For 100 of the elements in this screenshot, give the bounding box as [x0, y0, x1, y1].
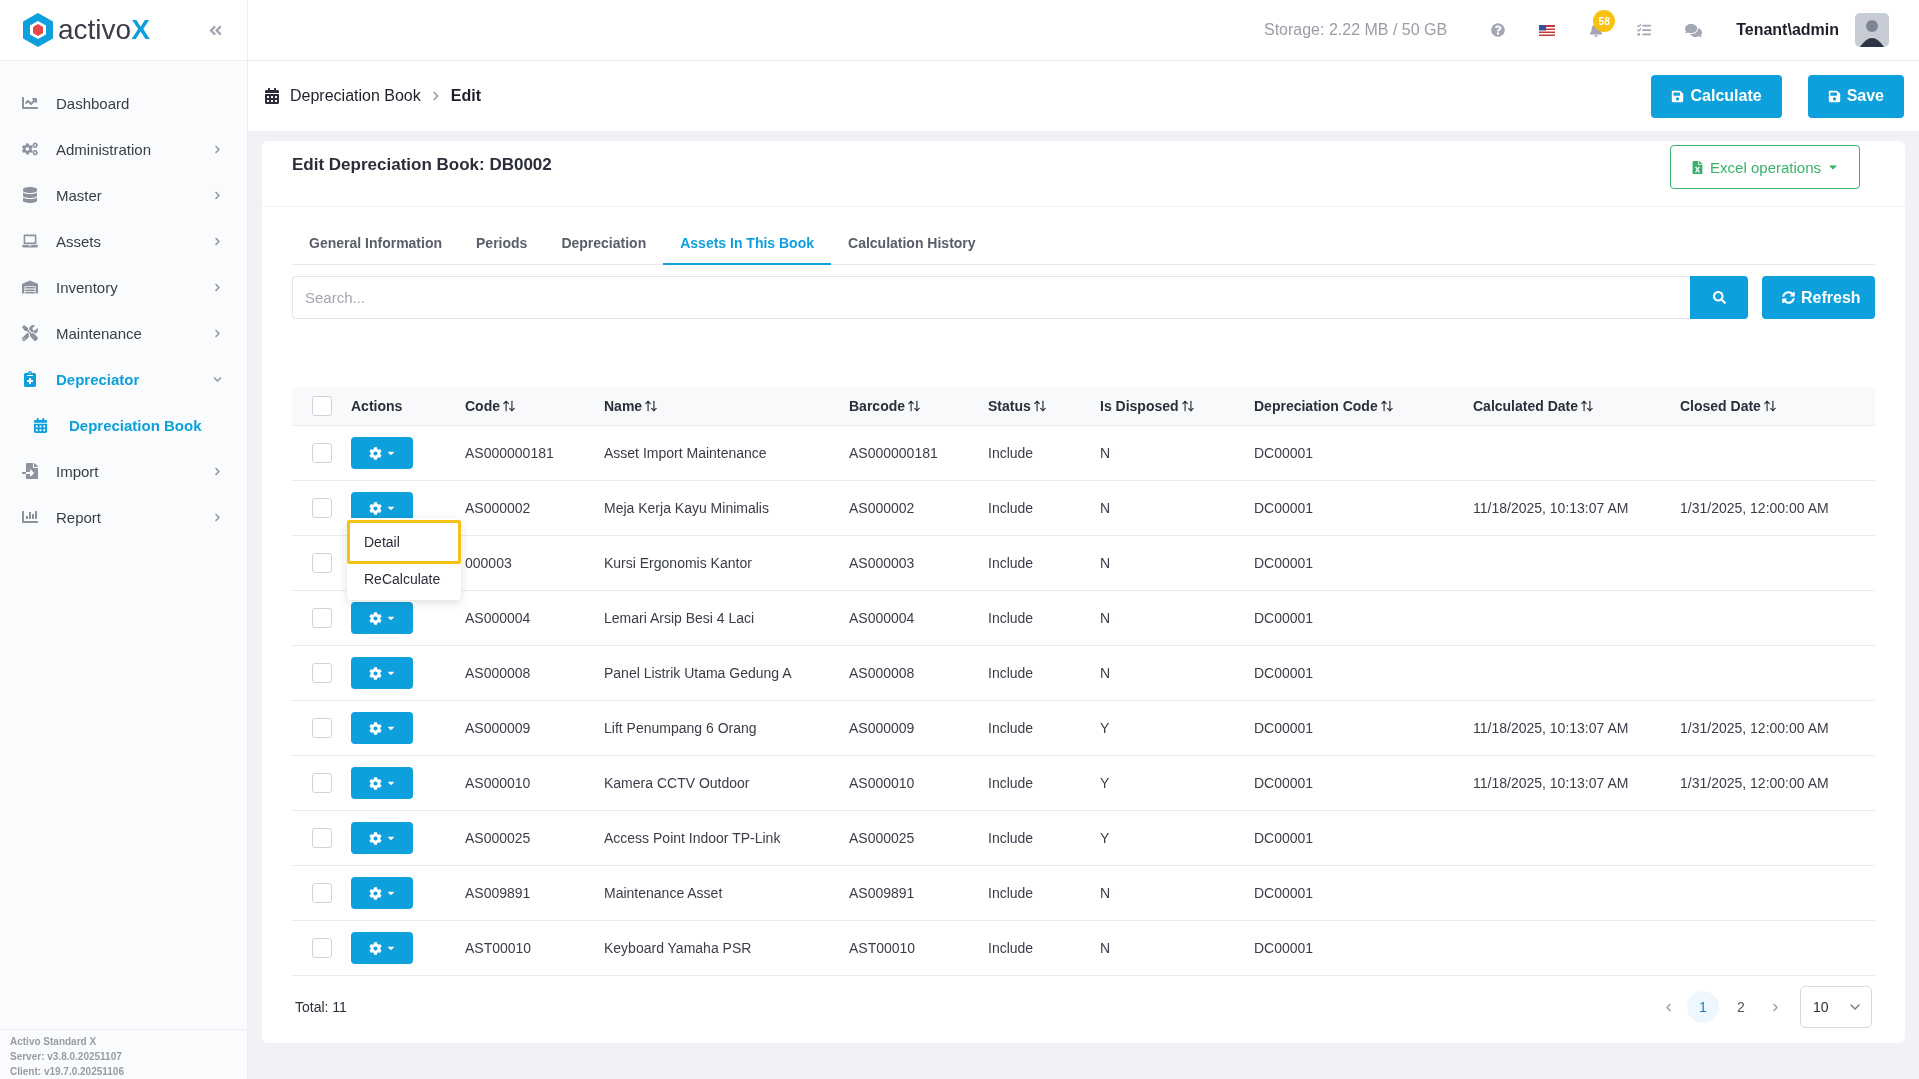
column-header[interactable]: Status	[988, 398, 1031, 414]
menu-item-icon	[22, 233, 40, 249]
table-cell: DC00001	[1254, 610, 1314, 626]
column-header[interactable]: Code	[465, 398, 500, 414]
sidebar-item[interactable]: Inventory	[0, 264, 247, 310]
chat-icon[interactable]	[1685, 21, 1703, 39]
checkbox[interactable]	[311, 718, 332, 738]
table-cell: AS000009	[849, 720, 915, 736]
tab[interactable]: General Information	[292, 223, 460, 265]
table-cell: AS000010	[849, 775, 915, 791]
gear-icon	[368, 611, 382, 625]
table-cell: 000003	[465, 555, 512, 571]
tab[interactable]: Periods	[459, 223, 545, 265]
table-cell: AS000000181	[465, 445, 554, 461]
sidebar-item[interactable]: Administration	[0, 126, 247, 172]
save-icon	[1671, 89, 1685, 103]
sidebar-item[interactable]: Import	[0, 448, 247, 494]
checkbox[interactable]	[311, 828, 332, 848]
version-text: Server: v3.8.0.20251107	[10, 1051, 123, 1062]
column-header[interactable]: Calculated Date	[1473, 398, 1579, 414]
column-header[interactable]: Barcode	[849, 398, 906, 414]
sort-icon[interactable]	[502, 399, 516, 413]
sort-icon[interactable]	[907, 399, 922, 413]
page-button[interactable]: 2	[1725, 991, 1757, 1023]
sort-icon[interactable]	[1032, 399, 1047, 413]
actions-button[interactable]	[351, 822, 413, 854]
table-cell: Kursi Ergonomis Kantor	[604, 555, 752, 571]
table-cell: DC00001	[1254, 830, 1314, 846]
menu-item[interactable]: Detail	[347, 520, 461, 564]
page-size-select[interactable]: 10	[1800, 986, 1872, 1028]
column-header[interactable]: Depreciation Code	[1254, 398, 1378, 414]
table-cell: Include	[988, 500, 1034, 516]
checkbox[interactable]	[311, 938, 332, 958]
table-cell: AS009891	[849, 885, 915, 901]
sidebar-item[interactable]: Dashboard	[0, 80, 247, 126]
breadcrumb-link[interactable]: Depreciation Book	[290, 87, 421, 105]
total-text: Total: 11	[295, 999, 347, 1015]
sort-icon[interactable]	[1762, 399, 1777, 413]
table-cell: 1/31/2025, 12:00:00 AM	[1680, 720, 1829, 736]
column-header[interactable]: Closed Date	[1680, 398, 1761, 414]
menu-item-icon	[22, 463, 40, 479]
help-icon[interactable]	[1491, 23, 1506, 37]
checkbox[interactable]	[311, 443, 332, 463]
sidebar-item[interactable]: Assets	[0, 218, 247, 264]
avatar[interactable]	[1855, 13, 1889, 47]
table-cell: AS000000181	[849, 445, 938, 461]
sidebar-item[interactable]: Maintenance	[0, 310, 247, 356]
tab[interactable]: Calculation History	[831, 223, 993, 265]
actions-button[interactable]	[351, 657, 413, 689]
table-cell: Asset Import Maintenance	[604, 445, 767, 461]
checkbox[interactable]	[311, 498, 332, 518]
sidebar-item[interactable]: Report	[0, 494, 247, 540]
search-icon	[1712, 291, 1726, 304]
chevron-icon	[430, 91, 441, 101]
actions-button[interactable]	[351, 767, 413, 799]
refresh-icon	[1782, 291, 1795, 304]
table-cell: Keyboard Yamaha PSR	[604, 940, 752, 956]
actions-button[interactable]	[351, 932, 413, 964]
table-cell: N	[1100, 500, 1111, 516]
checkbox[interactable]	[311, 773, 332, 793]
table-cell: DC00001	[1254, 775, 1314, 791]
actions-button[interactable]	[351, 437, 413, 469]
table-cell: DC00001	[1254, 720, 1314, 736]
table-cell: DC00001	[1254, 665, 1314, 681]
search-field[interactable]: Search...	[292, 276, 1690, 319]
checkbox[interactable]	[311, 608, 332, 628]
actions-button[interactable]	[351, 602, 413, 634]
menu-item-icon	[22, 509, 40, 525]
menu-item-icon	[22, 325, 40, 341]
sidebar-item[interactable]: Master	[0, 172, 247, 218]
column-header[interactable]: Name	[604, 398, 643, 414]
table-cell: Include	[988, 445, 1034, 461]
tab[interactable]: Depreciation	[544, 223, 664, 265]
table-cell: AS009891	[465, 885, 531, 901]
user-name[interactable]: Tenant\admin	[1736, 21, 1839, 39]
page-button[interactable]: 1	[1687, 991, 1719, 1023]
actions-button[interactable]	[351, 712, 413, 744]
table-cell: Y	[1100, 830, 1110, 846]
sort-icon[interactable]	[1180, 399, 1195, 413]
table-cell: N	[1100, 940, 1111, 956]
checkbox[interactable]	[311, 883, 332, 903]
gear-icon	[368, 721, 382, 735]
column-header[interactable]: Is Disposed	[1100, 398, 1179, 414]
checkbox[interactable]	[311, 553, 332, 573]
menu-item[interactable]: ReCalculate	[347, 564, 461, 594]
checklist-icon[interactable]	[1637, 23, 1652, 37]
actions-button[interactable]	[351, 877, 413, 909]
table-cell: 1/31/2025, 12:00:00 AM	[1680, 775, 1829, 791]
table-cell: N	[1100, 610, 1111, 626]
gear-icon	[368, 501, 382, 515]
flag-icon[interactable]	[1539, 24, 1556, 36]
sort-icon[interactable]	[1379, 399, 1394, 413]
sort-icon[interactable]	[1580, 399, 1595, 413]
checkbox[interactable]	[311, 396, 332, 416]
table-cell: 11/18/2025, 10:13:07 AM	[1473, 500, 1629, 516]
checkbox[interactable]	[311, 663, 332, 683]
search-button[interactable]	[1690, 276, 1748, 319]
menu-item-icon	[22, 141, 40, 157]
sort-icon[interactable]	[644, 399, 659, 413]
table-cell: DC00001	[1254, 940, 1314, 956]
